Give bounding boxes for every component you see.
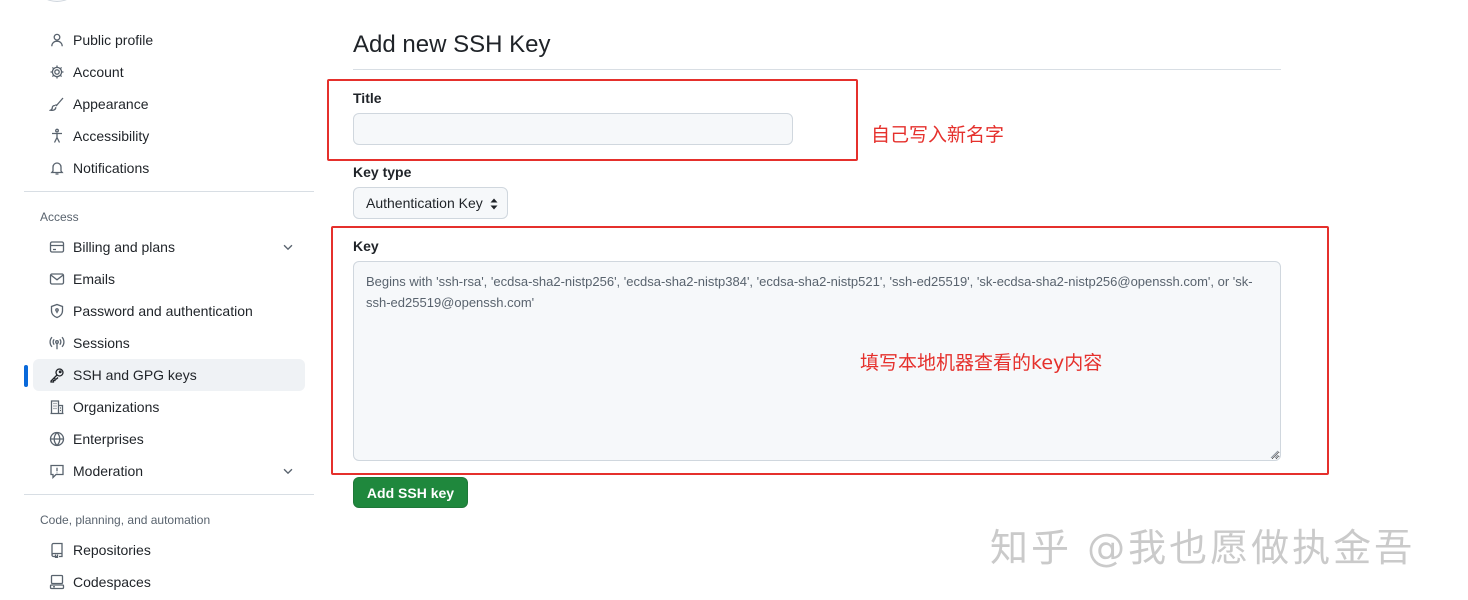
active-indicator <box>24 365 28 387</box>
report-icon <box>49 463 65 479</box>
sidebar-item-label: Emails <box>73 271 116 287</box>
key-type-selected: Authentication Key <box>366 195 483 211</box>
organization-icon <box>49 399 65 415</box>
sidebar-item-sessions[interactable]: Sessions <box>33 327 305 359</box>
sidebar-item-label: Account <box>73 64 124 80</box>
sidebar-item-label: Sessions <box>73 335 130 351</box>
sidebar-divider <box>24 494 314 495</box>
broadcast-icon <box>49 335 65 351</box>
watermark: 知乎 @我也愿做执金吾 <box>990 526 1416 570</box>
sidebar-item-emails[interactable]: Emails <box>33 263 305 295</box>
sidebar-item-label: Organizations <box>73 399 160 415</box>
sidebar-item-label: Codespaces <box>73 574 151 590</box>
sidebar-heading-code: Code, planning, and automation <box>40 513 211 527</box>
accessibility-icon <box>49 128 65 144</box>
add-ssh-key-button[interactable]: Add SSH key <box>353 477 468 508</box>
sidebar-item-notifications[interactable]: Notifications <box>33 152 305 184</box>
sidebar-item-organizations[interactable]: Organizations <box>33 391 305 423</box>
annotation-title-note: 自己写入新名字 <box>871 124 1005 146</box>
bell-icon <box>49 160 65 176</box>
globe-icon <box>49 431 65 447</box>
sidebar-item-account[interactable]: Account <box>33 56 305 88</box>
sidebar-item-repositories[interactable]: Repositories <box>33 534 305 566</box>
sidebar-item-public-profile[interactable]: Public profile <box>33 24 305 56</box>
sidebar-item-label: Billing and plans <box>73 239 175 255</box>
sidebar-item-password-auth[interactable]: Password and authentication <box>33 295 305 327</box>
person-icon <box>49 32 65 48</box>
mail-icon <box>49 271 65 287</box>
chevron-down-icon[interactable] <box>281 240 295 254</box>
codespaces-icon <box>49 574 65 590</box>
sidebar-item-ssh-gpg-keys[interactable]: SSH and GPG keys <box>24 359 305 391</box>
sidebar-item-label: Appearance <box>73 96 149 112</box>
sidebar-item-appearance[interactable]: Appearance <box>33 88 305 120</box>
sidebar-item-label: Moderation <box>73 463 144 479</box>
sidebar-item-codespaces[interactable]: Codespaces <box>33 566 305 598</box>
key-type-select[interactable]: Authentication Key <box>353 187 508 219</box>
sidebar-item-billing[interactable]: Billing and plans <box>33 231 305 263</box>
sidebar-item-label: Accessibility <box>73 128 150 144</box>
annotation-box-key <box>331 226 1329 475</box>
sidebar-item-label: SSH and GPG keys <box>73 367 197 383</box>
sidebar-divider <box>24 191 314 192</box>
paintbrush-icon <box>49 96 65 112</box>
sidebar-item-accessibility[interactable]: Accessibility <box>33 120 305 152</box>
sidebar-item-moderation[interactable]: Moderation <box>33 455 305 487</box>
gear-icon <box>49 64 65 80</box>
sidebar-item-label: Public profile <box>73 32 154 48</box>
credit-card-icon <box>49 239 65 255</box>
shield-lock-icon <box>49 303 65 319</box>
sidebar-item-label: Enterprises <box>73 431 144 447</box>
select-arrows-icon <box>490 198 498 210</box>
sidebar-item-enterprises[interactable]: Enterprises <box>33 423 305 455</box>
annotation-box-title <box>327 79 858 161</box>
chevron-down-icon[interactable] <box>281 464 295 478</box>
avatar[interactable] <box>38 0 76 2</box>
settings-sidebar: Public profile Account Appearance Access… <box>24 24 314 598</box>
sidebar-item-label: Repositories <box>73 542 151 558</box>
annotation-key-note: 填写本地机器查看的key内容 <box>860 352 1103 374</box>
key-type-label: Key type <box>353 164 412 180</box>
sidebar-heading-access: Access <box>40 210 79 224</box>
sidebar-item-label: Password and authentication <box>73 303 253 319</box>
page-title: Add new SSH Key <box>353 31 551 58</box>
sidebar-item-label: Notifications <box>73 160 150 176</box>
repo-icon <box>49 542 65 558</box>
key-icon <box>49 367 65 383</box>
title-divider <box>353 69 1281 70</box>
